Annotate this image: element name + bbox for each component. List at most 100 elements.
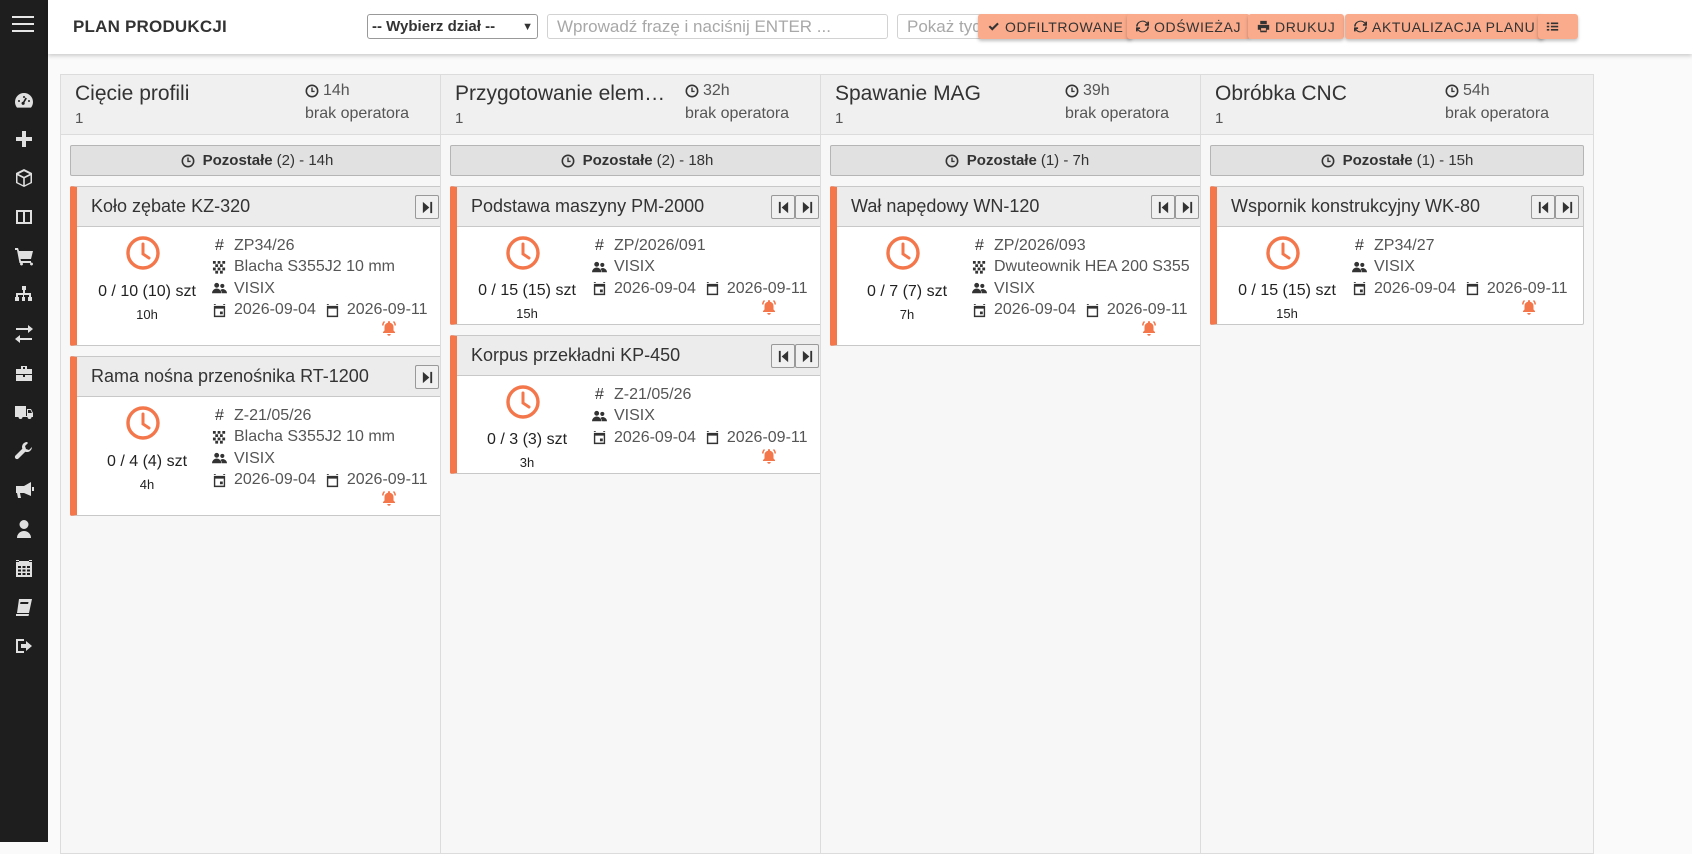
move-next-button[interactable]: [795, 344, 819, 368]
card-info: # ZP/2026/091 VISIX 2026-09-04 2026-09-11: [592, 235, 808, 300]
department-column: Spawanie MAG 1 39h brak operatora Pozostałe(…: [820, 74, 1214, 854]
remaining-toggle[interactable]: Pozostałe (2) - 18h: [450, 145, 824, 176]
move-next-button[interactable]: [1555, 195, 1579, 219]
start-date: 2026-09-04: [994, 301, 1076, 319]
move-prev-button[interactable]: [1531, 195, 1555, 219]
client-row: VISIX: [592, 406, 808, 428]
calendar-start-icon: [213, 303, 226, 317]
card-title: Wspornik konstrukcyjny WK-80: [1231, 196, 1481, 216]
refresh-button-label: ODŚWIEŻAJ: [1154, 18, 1242, 35]
remaining-label: Pozostałe: [202, 152, 273, 169]
card-body: 0 / 3 (3) szt 3h # Z-21/05/26 VISIX 2026-09-0…: [457, 376, 823, 473]
move-next-button[interactable]: [1175, 195, 1199, 219]
card-title: Podstawa maszyny PM-2000: [471, 196, 705, 216]
move-next-button[interactable]: [795, 195, 819, 219]
start-date: 2026-09-04: [234, 301, 316, 319]
print-button[interactable]: DRUKUJ: [1248, 14, 1345, 39]
sitemap-icon[interactable]: [0, 275, 48, 314]
move-prev-button[interactable]: [771, 344, 795, 368]
order-card[interactable]: Wspornik konstrukcyjny WK-80 0 / 15 (15) …: [1210, 186, 1584, 325]
briefcase-icon[interactable]: [0, 353, 48, 392]
remaining-toggle[interactable]: Pozostałe (2) - 14h: [70, 145, 444, 176]
card-info: # Z-21/05/26 Blacha S355J2 10 mm VISIX 2026-…: [212, 405, 428, 491]
dashboard-icon[interactable]: [0, 80, 48, 119]
plan-update-button[interactable]: AKTUALIZACJA PLANU: [1345, 14, 1545, 39]
filtered-button-label: ODFILTROWANE: [1005, 18, 1124, 35]
end-date: 2026-09-11: [1486, 279, 1568, 297]
filtered-button[interactable]: ODFILTROWANE: [978, 14, 1133, 39]
step-forward-icon: [1561, 201, 1574, 214]
calendar-icon[interactable]: [0, 548, 48, 587]
end-date-wrap: 2026-09-11: [1465, 280, 1568, 298]
move-next-button[interactable]: [415, 365, 439, 389]
clock-icon: [181, 154, 203, 168]
search-input[interactable]: [547, 14, 888, 39]
order-number: Z-21/05/26: [614, 385, 692, 403]
plus-icon[interactable]: [0, 119, 48, 158]
dates-row: 2026-09-04 2026-09-11: [212, 300, 428, 322]
wrench-icon[interactable]: [0, 431, 48, 470]
columns-icon[interactable]: [0, 197, 48, 236]
column-operator: brak operatora: [305, 105, 410, 122]
card-nav: [1531, 195, 1579, 219]
department-column: Cięcie profili 1 14h brak operatora Pozostał…: [60, 74, 454, 854]
menu-icon[interactable]: [12, 16, 34, 34]
step-backward-icon: [1537, 201, 1550, 214]
clock-icon: [945, 154, 967, 168]
users-icon: [212, 283, 227, 294]
department-select[interactable]: -- Wybierz dział -- ▼: [367, 14, 538, 39]
calendar-start-icon: [593, 282, 606, 296]
card-header: Korpus przekładni KP-450: [457, 336, 823, 376]
clock-icon: [1321, 154, 1343, 168]
order-card[interactable]: Rama nośna przenośnika RT-1200 0 / 4 (4) …: [70, 356, 444, 516]
move-prev-button[interactable]: [1151, 195, 1175, 219]
remaining-toggle[interactable]: Pozostałe (1) - 15h: [1210, 145, 1584, 176]
hash-icon: #: [215, 406, 224, 424]
book-icon[interactable]: [0, 587, 48, 626]
users-icon: [1352, 261, 1367, 272]
dates-row: 2026-09-04 2026-09-11: [592, 427, 808, 449]
clock-icon: [885, 235, 921, 271]
order-card[interactable]: Korpus przekładni KP-450 0 / 3 (3) szt 3h #…: [450, 335, 824, 474]
client-row: VISIX: [1352, 257, 1568, 279]
sidebar: [0, 0, 48, 842]
column-hours-value: 14h: [323, 82, 350, 99]
sidebar-nav: [0, 80, 48, 665]
cart-icon[interactable]: [0, 236, 48, 275]
department-select-value: -- Wybierz dział --: [372, 18, 496, 35]
users-icon: [212, 453, 227, 464]
logout-icon[interactable]: [0, 626, 48, 665]
print-button-label: DRUKUJ: [1275, 18, 1336, 35]
order-card[interactable]: Podstawa maszyny PM-2000 0 / 15 (15) szt 1…: [450, 186, 824, 325]
megaphone-icon[interactable]: [0, 470, 48, 509]
clock-icon: [1445, 84, 1463, 98]
calendar-start-icon: [213, 473, 226, 487]
list-options-button[interactable]: [1538, 14, 1578, 39]
card-info: # ZP34/27 VISIX 2026-09-04 2026-09-11: [1352, 235, 1568, 300]
check-icon: [988, 22, 999, 31]
end-date-wrap: 2026-09-11: [705, 429, 808, 447]
remaining-summary: (2) - 14h: [276, 152, 334, 169]
users-icon: [972, 283, 987, 294]
truck-icon[interactable]: [0, 392, 48, 431]
refresh-button[interactable]: ODŚWIEŻAJ: [1127, 14, 1251, 39]
box-icon[interactable]: [0, 158, 48, 197]
column-hours-value: 32h: [703, 82, 730, 99]
order-card[interactable]: Koło zębate KZ-320 0 / 10 (10) szt 10h # ZP3…: [70, 186, 444, 346]
move-next-button[interactable]: [415, 195, 439, 219]
move-prev-button[interactable]: [771, 195, 795, 219]
quantity: 0 / 3 (3) szt: [486, 431, 568, 448]
calendar-start-icon: [593, 431, 606, 445]
user-icon[interactable]: [0, 509, 48, 548]
client: VISIX: [234, 279, 275, 297]
exchange-icon[interactable]: [0, 314, 48, 353]
column-operator: brak operatora: [685, 105, 790, 122]
order-card[interactable]: Wał napędowy WN-120 0 / 7 (7) szt 7h # ZP/20…: [830, 186, 1204, 346]
remaining-toggle[interactable]: Pozostałe (1) - 7h: [830, 145, 1204, 176]
column-header: Spawanie MAG 1 39h brak operatora: [821, 75, 1213, 135]
card-body: 0 / 10 (10) szt 10h # ZP34/26 Blacha S355J2 …: [77, 227, 443, 345]
calendar-end-icon: [326, 303, 338, 317]
step-forward-icon: [801, 350, 814, 363]
printer-icon: [1257, 20, 1270, 33]
client-row: VISIX: [972, 278, 1190, 300]
